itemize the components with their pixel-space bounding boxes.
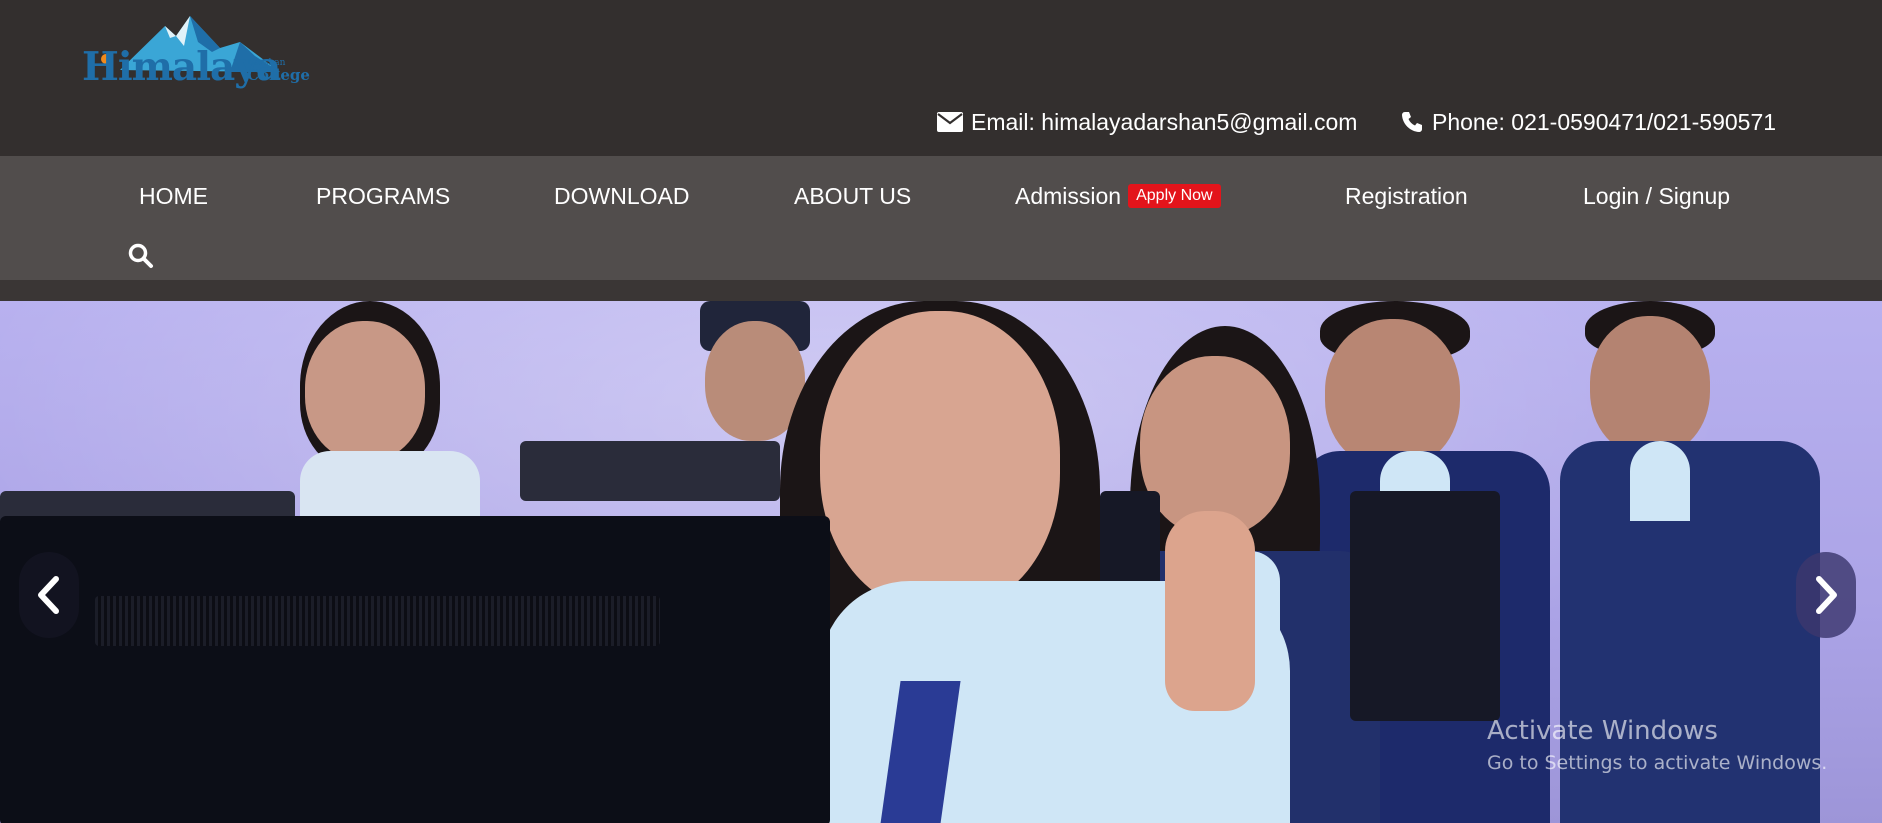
monitor-right [1350, 491, 1500, 721]
monitor-back-center [520, 441, 780, 501]
site-header: Himalaya Darshan College Email: himalaya… [0, 0, 1882, 156]
nav-download-label: DOWNLOAD [554, 182, 690, 209]
college-logo[interactable]: Himalaya Darshan College [80, 12, 315, 96]
monitor-front [0, 516, 830, 823]
nav-divider [0, 280, 1882, 301]
search-button[interactable] [127, 242, 155, 270]
email-text: Email: himalayadarshan5@gmail.com [971, 108, 1358, 135]
nav-admission[interactable]: Admission Apply Now [1015, 178, 1221, 214]
windows-activation-watermark: Activate Windows Go to Settings to activ… [1487, 716, 1827, 778]
nav-admission-label: Admission [1015, 182, 1122, 209]
nav-login-signup[interactable]: Login / Signup [1583, 178, 1730, 214]
chevron-left-icon [38, 576, 59, 614]
nav-download[interactable]: DOWNLOAD [554, 178, 689, 214]
nav-login-signup-label: Login / Signup [1583, 182, 1731, 209]
monitor-grill [95, 596, 660, 646]
chevron-right-icon [1816, 576, 1837, 614]
contact-phone[interactable]: Phone: 021-0590471/021-590571 [1400, 108, 1776, 136]
nav-home-label: HOME [139, 182, 208, 209]
phone-text: Phone: 021-0590471/021-590571 [1432, 108, 1777, 135]
nav-registration[interactable]: Registration [1345, 178, 1468, 214]
phone-icon [1402, 112, 1422, 132]
nav-home[interactable]: HOME [139, 178, 208, 214]
nav-registration-label: Registration [1345, 182, 1468, 209]
apply-now-badge[interactable]: Apply Now [1128, 184, 1221, 208]
logo-subtext: College [247, 66, 310, 84]
nav-programs-label: PROGRAMS [316, 182, 451, 209]
slider-prev-button[interactable] [19, 552, 79, 638]
search-icon [128, 243, 153, 268]
nav-about-us[interactable]: ABOUT US [794, 178, 911, 214]
envelope-icon [937, 112, 963, 132]
watermark-title: Activate Windows [1487, 716, 1718, 746]
watermark-subtitle: Go to Settings to activate Windows. [1487, 752, 1828, 775]
contact-email[interactable]: Email: himalayadarshan5@gmail.com [937, 108, 1357, 136]
nav-programs[interactable]: PROGRAMS [316, 178, 450, 214]
slider-next-button[interactable] [1796, 552, 1856, 638]
main-nav: HOME PROGRAMS DOWNLOAD ABOUT US Admissio… [0, 156, 1882, 280]
nav-about-us-label: ABOUT US [794, 182, 912, 209]
